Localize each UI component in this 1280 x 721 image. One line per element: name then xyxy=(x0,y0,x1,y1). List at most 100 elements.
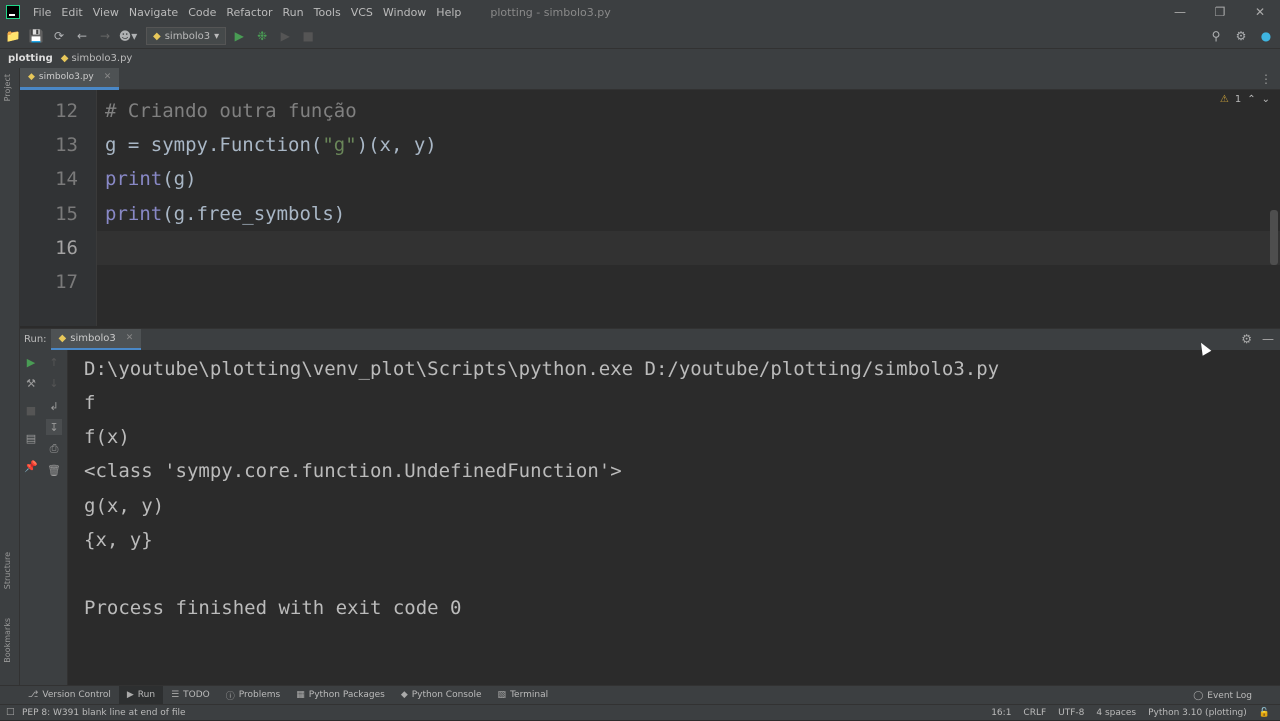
run-tool-window-header: Run: ◆ simbolo3 ✕ ⚙ — xyxy=(20,328,1280,351)
status-message: PEP 8: W391 blank line at end of file xyxy=(22,707,186,718)
tool-tab-event-log[interactable]: ◯ Event Log xyxy=(1193,686,1252,705)
open-folder-icon[interactable]: 📁 xyxy=(3,26,23,46)
code-line-13: g = sympy.Function("g")(x, y) xyxy=(105,134,437,156)
problems-icon: ⓘ xyxy=(225,691,235,702)
status-widgets: 16:1 CRLF UTF-8 4 spaces Python 3.10 (pl… xyxy=(991,705,1270,721)
inspection-widget[interactable]: ⚠ 1 ⌃ ⌄ xyxy=(1220,94,1270,105)
project-tool-tab[interactable]: Project xyxy=(3,74,12,101)
status-bar: □ PEP 8: W391 blank line at end of file … xyxy=(0,704,1280,720)
line-number: 13 xyxy=(55,134,78,156)
sync-icon[interactable]: ⟳ xyxy=(49,26,69,46)
left-tool-strip: Project Structure Bookmarks xyxy=(0,68,20,685)
console-line: D:\youtube\plotting\venv_plot\Scripts\py… xyxy=(84,358,1000,380)
menu-file[interactable]: File xyxy=(28,6,56,19)
tool-tab-python-packages[interactable]: ▦ Python Packages xyxy=(288,686,393,705)
lock-icon[interactable]: 🔓 xyxy=(1259,708,1270,718)
menu-help[interactable]: Help xyxy=(431,6,466,19)
up-arrow-icon[interactable]: ↑ xyxy=(46,354,62,370)
branch-icon: ⎇ xyxy=(28,690,39,700)
file-encoding[interactable]: UTF-8 xyxy=(1058,708,1084,718)
down-arrow-icon[interactable]: ↓ xyxy=(46,375,62,391)
code-line-15: print(g.free_symbols) xyxy=(105,203,345,225)
layout-icon[interactable]: ▤ xyxy=(23,430,39,446)
run-window-title: Run: xyxy=(24,334,47,345)
breadcrumb: plotting ◆ simbolo3.py xyxy=(0,48,1280,68)
close-icon[interactable]: ✕ xyxy=(104,72,112,82)
python-interpreter[interactable]: Python 3.10 (plotting) xyxy=(1148,708,1247,718)
chevron-up-icon[interactable]: ⌃ xyxy=(1247,94,1255,105)
print-icon[interactable]: ⎙ xyxy=(46,441,62,457)
run-console-output[interactable]: D:\youtube\plotting\venv_plot\Scripts\py… xyxy=(68,350,1280,685)
pin-icon[interactable]: 📌 xyxy=(23,458,39,474)
run-tab-label: simbolo3 xyxy=(70,332,116,344)
menu-tools[interactable]: Tools xyxy=(309,6,346,19)
code-editor[interactable]: 12 13 14 15 16 17 # Criando outra função… xyxy=(20,90,1280,326)
wrench-icon[interactable]: ⚒ xyxy=(23,375,39,391)
restore-icon[interactable]: ❐ xyxy=(1200,0,1240,24)
tool-tab-version-control[interactable]: ⎇ Version Control xyxy=(20,686,119,705)
breadcrumb-file[interactable]: ◆ simbolo3.py xyxy=(61,53,133,64)
tab-simbolo3[interactable]: ◆ simbolo3.py ✕ xyxy=(20,67,120,90)
menu-window[interactable]: Window xyxy=(378,6,431,19)
package-icon: ▦ xyxy=(296,690,305,700)
structure-tool-tab[interactable]: Structure xyxy=(3,552,12,589)
tool-tab-run[interactable]: ▶ Run xyxy=(118,685,164,705)
menu-view[interactable]: View xyxy=(88,6,124,19)
more-vertical-icon[interactable]: ⋮ xyxy=(1260,72,1272,86)
close-icon[interactable]: ✕ xyxy=(126,333,134,343)
minimize-icon[interactable]: — xyxy=(1160,0,1200,24)
soft-wrap-icon[interactable]: ↲ xyxy=(46,398,62,414)
tool-tab-terminal[interactable]: ▧ Terminal xyxy=(490,686,557,705)
event-log-icon: ◯ xyxy=(1193,690,1204,701)
chevron-down-icon[interactable]: ⌄ xyxy=(1262,94,1270,105)
chevron-down-icon: ▾ xyxy=(214,30,220,42)
run-icon[interactable]: ▶ xyxy=(229,26,249,46)
caret-position[interactable]: 16:1 xyxy=(991,708,1011,718)
gear-icon[interactable]: ⚙ xyxy=(1231,26,1251,46)
scroll-to-end-icon[interactable]: ↧ xyxy=(46,419,62,435)
status-toggle-icon[interactable]: □ xyxy=(6,707,15,717)
run-config-label: simbolo3 xyxy=(164,30,211,42)
code-comment: # Criando outra função xyxy=(105,100,357,122)
rerun-icon[interactable]: ▶ xyxy=(23,354,39,370)
debug-icon[interactable]: ❉ xyxy=(252,26,272,46)
menu-code[interactable]: Code xyxy=(183,6,221,19)
editor-scrollbar[interactable] xyxy=(1270,210,1278,265)
search-icon[interactable]: ⚲ xyxy=(1206,26,1226,46)
save-icon[interactable]: 💾 xyxy=(26,26,46,46)
python-file-icon: ◆ xyxy=(28,72,35,82)
tab-label: simbolo3.py xyxy=(38,72,94,82)
coverage-icon[interactable]: ▶ xyxy=(275,26,295,46)
tool-tab-label: Python Console xyxy=(411,690,482,700)
console-line: f xyxy=(84,392,96,414)
run-tab-simbolo3[interactable]: ◆ simbolo3 ✕ xyxy=(50,328,142,351)
code-builtin: print xyxy=(105,203,163,225)
tool-tab-python-console[interactable]: ◆ Python Console xyxy=(393,686,490,705)
tool-tab-todo[interactable]: ☰ TODO xyxy=(163,686,218,705)
code-text: (g) xyxy=(162,168,197,190)
code-text: (g.free_symbols) xyxy=(162,203,346,225)
menu-refactor[interactable]: Refactor xyxy=(221,6,277,19)
close-icon[interactable]: ✕ xyxy=(1240,0,1280,24)
hide-icon[interactable]: — xyxy=(1262,332,1274,346)
menu-run[interactable]: Run xyxy=(278,6,309,19)
menu-vcs[interactable]: VCS xyxy=(346,6,378,19)
plugin-logo-icon[interactable]: ● xyxy=(1256,26,1276,46)
user-icon[interactable]: ☻▾ xyxy=(118,26,138,46)
forward-arrow-icon[interactable]: → xyxy=(95,26,115,46)
stop-icon[interactable]: ■ xyxy=(23,402,39,418)
indent-setting[interactable]: 4 spaces xyxy=(1096,708,1136,718)
run-configuration-selector[interactable]: ◆ simbolo3 ▾ xyxy=(146,27,227,45)
back-arrow-icon[interactable]: ← xyxy=(72,26,92,46)
breadcrumb-project[interactable]: plotting xyxy=(0,53,61,64)
menu-navigate[interactable]: Navigate xyxy=(124,6,183,19)
line-separator[interactable]: CRLF xyxy=(1023,708,1046,718)
stop-icon[interactable]: ■ xyxy=(298,26,318,46)
tool-tab-problems[interactable]: ⓘ Problems xyxy=(218,686,289,705)
gear-icon[interactable]: ⚙ xyxy=(1241,332,1252,346)
menu-edit[interactable]: Edit xyxy=(56,6,87,19)
main-toolbar: 📁 💾 ⟳ ← → ☻▾ ◆ simbolo3 ▾ ▶ ❉ ▶ ■ ⚲ ⚙ ● xyxy=(0,24,1280,48)
trash-icon[interactable]: 🗑 xyxy=(46,462,62,478)
bookmarks-tool-tab[interactable]: Bookmarks xyxy=(3,618,12,663)
run-side-toolbar: ▶ ⚒ ■ ▤ 📌 ↑ ↓ ↲ ↧ ⎙ 🗑 xyxy=(20,350,68,685)
